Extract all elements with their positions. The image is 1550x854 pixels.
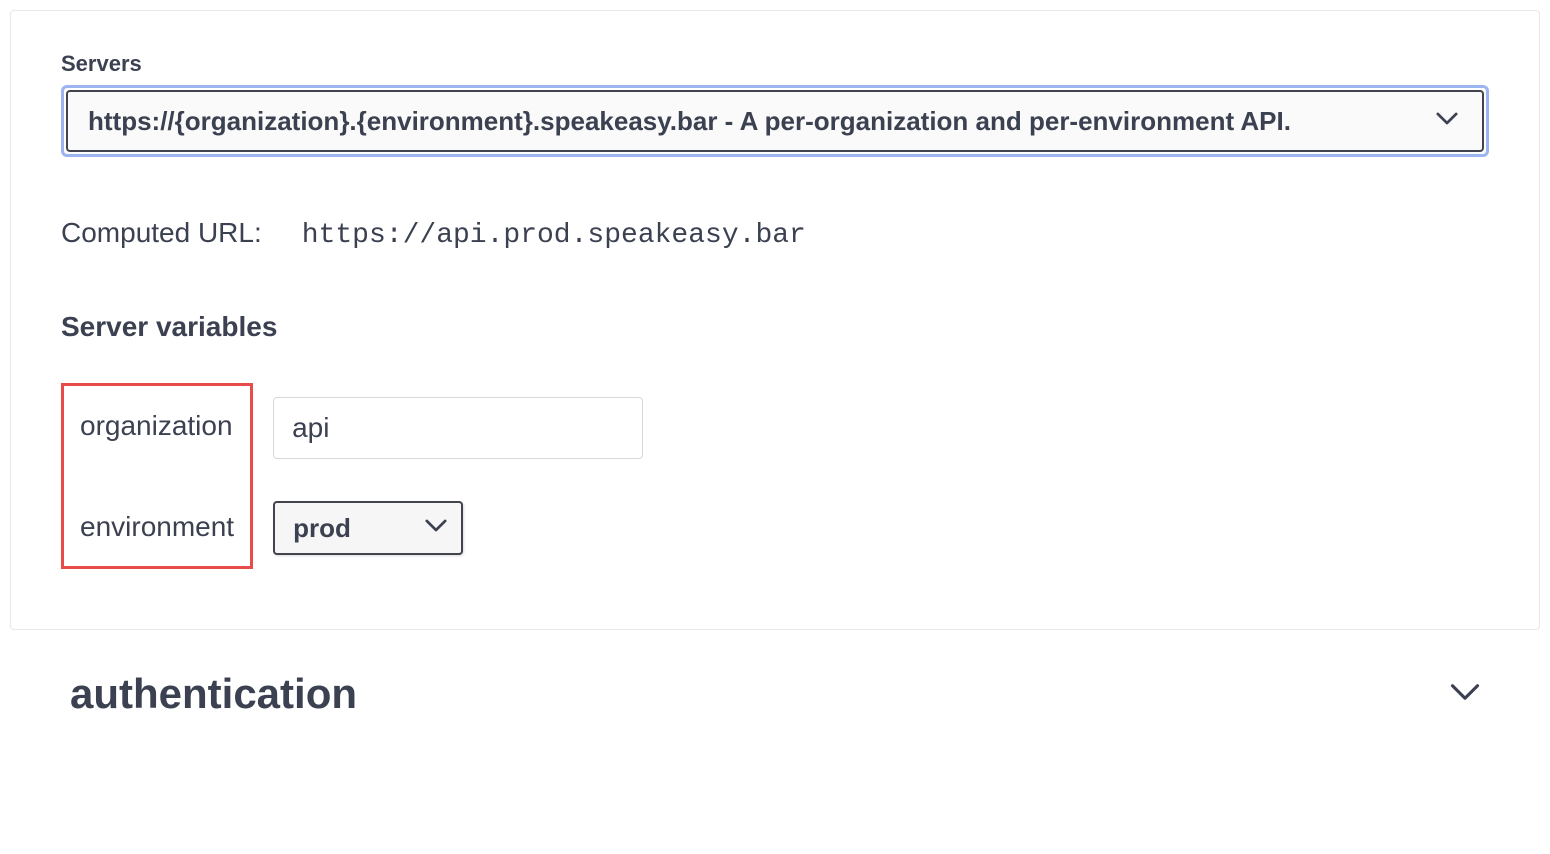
variable-label-environment: environment: [80, 511, 234, 543]
chevron-down-icon: [1450, 683, 1480, 706]
variable-labels-highlight-box: organization environment: [61, 383, 253, 569]
variable-label-organization: organization: [80, 410, 234, 442]
computed-url-label: Computed URL:: [61, 217, 262, 249]
section-title-authentication: authentication: [70, 670, 357, 718]
authentication-section-header[interactable]: authentication: [0, 640, 1550, 748]
environment-select-wrapper: prod: [273, 501, 463, 555]
server-variables-heading: Server variables: [61, 311, 1489, 343]
organization-input[interactable]: [273, 397, 643, 459]
computed-url-row: Computed URL: https://api.prod.speakeasy…: [61, 217, 1489, 251]
servers-label: Servers: [61, 51, 1489, 77]
servers-panel: Servers https://{organization}.{environm…: [10, 10, 1540, 630]
computed-url-value: https://api.prod.speakeasy.bar: [302, 220, 806, 251]
server-variables-area: organization environment prod: [61, 383, 1489, 569]
server-select[interactable]: https://{organization}.{environment}.spe…: [66, 90, 1484, 152]
variable-inputs-column: prod: [273, 383, 643, 569]
server-select-wrapper: https://{organization}.{environment}.spe…: [61, 85, 1489, 157]
environment-select[interactable]: prod: [273, 501, 463, 555]
